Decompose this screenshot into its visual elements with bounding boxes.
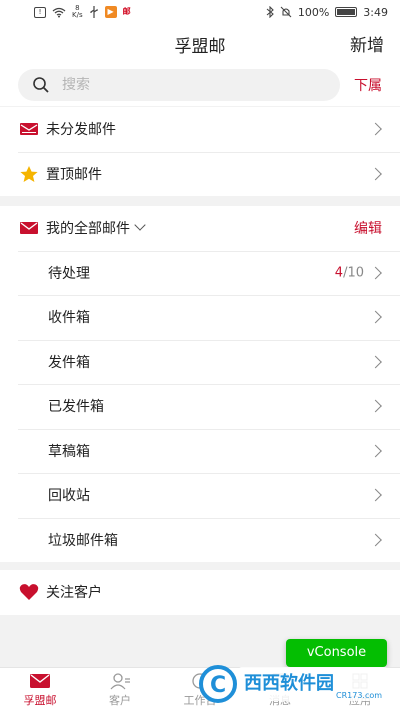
chevron-right-icon: [369, 488, 382, 502]
folder-label: 垃圾邮件箱: [48, 532, 118, 549]
follow-customers-item[interactable]: 关注客户: [0, 570, 400, 615]
all-mail-header[interactable]: 我的全部邮件 编辑: [0, 206, 400, 251]
chevron-down-icon[interactable]: [134, 219, 146, 231]
chevron-right-icon: [369, 266, 382, 280]
folder-outbox[interactable]: 发件箱: [0, 339, 400, 385]
page-title: 孚盟邮: [174, 37, 226, 57]
mail-notification-icon: 邮: [122, 7, 131, 16]
app-notification-icon: ▶: [104, 6, 117, 18]
search-bar: 下属: [0, 64, 400, 106]
folder-label: 发件箱: [48, 354, 90, 371]
svg-text:C: C: [210, 673, 226, 698]
all-mail-title: 我的全部邮件: [46, 221, 130, 238]
chevron-right-icon: [369, 399, 382, 413]
folder-label: 回收站: [48, 488, 90, 505]
new-button[interactable]: 新增: [350, 31, 384, 56]
watermark-logo: C 西西软件园 CR173.com: [199, 665, 388, 703]
search-input[interactable]: [62, 69, 322, 101]
status-left: ! 8 K/s ▶ 邮: [34, 5, 135, 19]
follow-customers-label: 关注客户: [46, 585, 102, 602]
chevron-right-icon: [369, 355, 382, 369]
chevron-right-icon: [369, 122, 382, 136]
chevron-right-icon: [369, 310, 382, 324]
bluetooth-icon: [266, 6, 274, 18]
folder-inbox[interactable]: 收件箱: [0, 295, 400, 340]
chevron-right-icon: [369, 167, 382, 181]
search-icon: [33, 77, 49, 93]
pending-count: 4/10: [335, 265, 364, 280]
star-icon: [18, 165, 40, 183]
pinned-mail-label: 置顶邮件: [46, 166, 102, 183]
customer-icon: [110, 672, 130, 689]
tab-label: 客户: [109, 693, 131, 707]
battery-percent: 100%: [297, 5, 330, 19]
folder-label: 待处理: [48, 265, 90, 282]
wifi-icon: [52, 7, 66, 17]
status-right: 100% 3:49: [266, 6, 388, 19]
unassigned-mail-label: 未分发邮件: [46, 122, 116, 139]
folder-label: 已发件箱: [48, 399, 104, 416]
mail-stack-icon: [18, 120, 40, 138]
battery-icon: [335, 7, 358, 17]
subordinate-button[interactable]: 下属: [354, 75, 382, 95]
app-header: 孚盟邮 新增: [0, 24, 400, 64]
quick-section: 未分发邮件 置顶邮件: [0, 107, 400, 196]
mailbox-section: 我的全部邮件 编辑 待处理 4/10 收件箱 发件箱 已发件箱 草稿箱 回收站 …: [0, 206, 400, 562]
unassigned-mail-item[interactable]: 未分发邮件: [0, 107, 400, 152]
heart-icon: [18, 583, 40, 601]
tab-customers[interactable]: 客户: [80, 668, 160, 711]
mail-icon: [18, 219, 40, 237]
folder-label: 草稿箱: [48, 443, 90, 460]
watermark-text: 西西软件园: [244, 672, 334, 694]
pending-count-total: /10: [343, 265, 364, 281]
usb-icon: [90, 6, 98, 18]
mail-icon: [30, 673, 50, 688]
folder-pending[interactable]: 待处理 4/10: [0, 250, 400, 296]
search-field[interactable]: [18, 69, 340, 101]
clock: 3:49: [363, 5, 388, 19]
chevron-right-icon: [369, 533, 382, 547]
folder-drafts[interactable]: 草稿箱: [0, 428, 400, 474]
pinned-mail-item[interactable]: 置顶邮件: [0, 151, 400, 197]
folder-trash[interactable]: 回收站: [0, 473, 400, 518]
folder-label: 收件箱: [48, 310, 90, 327]
edit-button[interactable]: 编辑: [354, 218, 382, 238]
tab-label: 孚盟邮: [23, 693, 57, 707]
sim-icon: !: [34, 6, 46, 18]
folder-spam[interactable]: 垃圾邮件箱: [0, 517, 400, 563]
follow-section: 关注客户: [0, 570, 400, 615]
tab-mail[interactable]: 孚盟邮: [0, 668, 80, 711]
folder-sent[interactable]: 已发件箱: [0, 384, 400, 429]
status-bar: ! 8 K/s ▶ 邮 100% 3:49: [0, 0, 400, 24]
watermark-url: CR173.com: [336, 691, 382, 700]
network-speed: 8 K/s: [72, 4, 83, 19]
chevron-right-icon: [369, 444, 382, 458]
mute-icon: [280, 6, 292, 18]
